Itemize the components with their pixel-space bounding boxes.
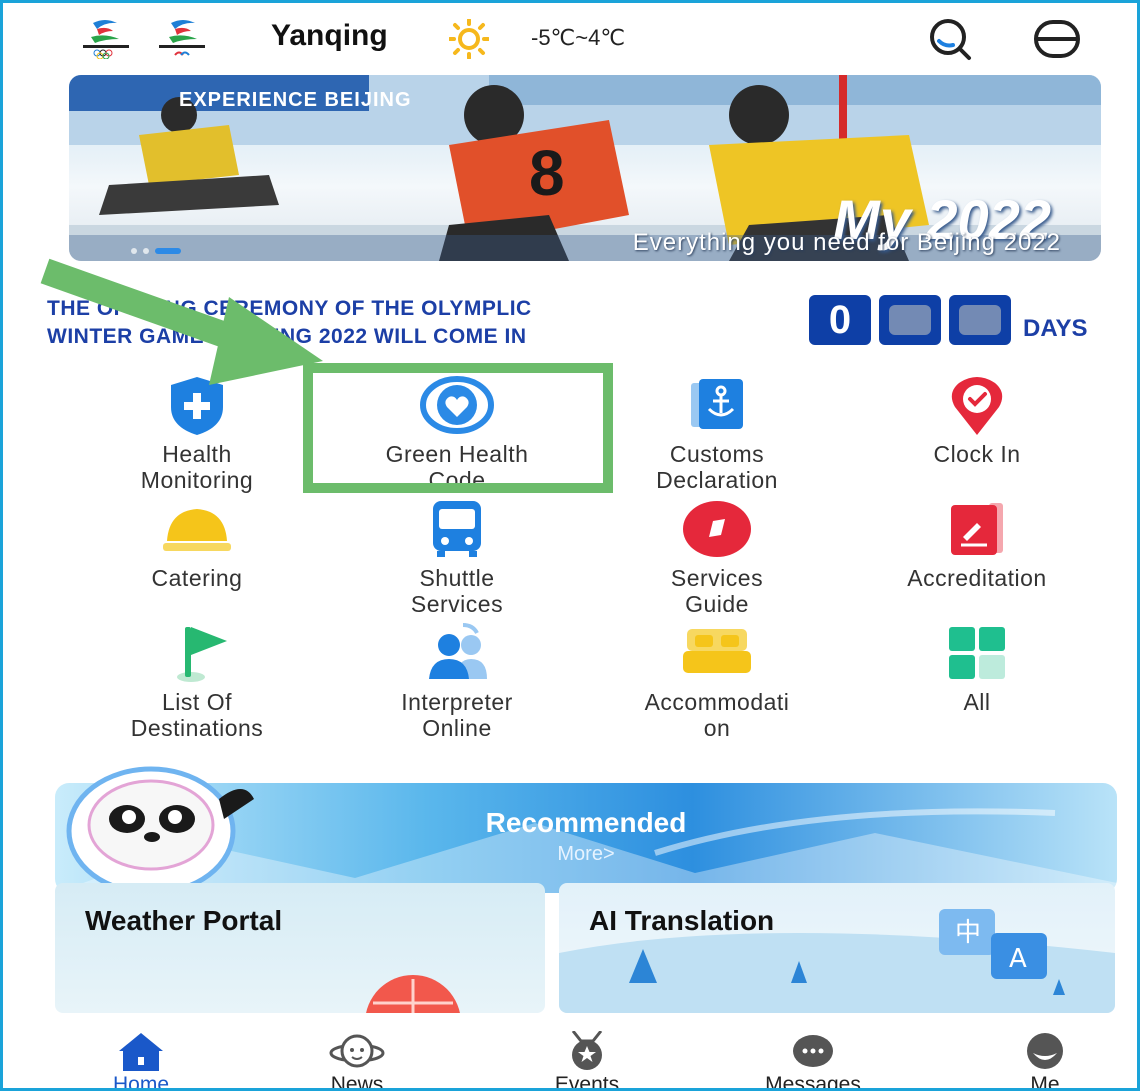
people-icon [429,623,487,679]
annotation-arrow [40,258,323,385]
check-pin-icon [951,377,1003,435]
service-label: Services Guide [670,565,764,617]
svg-text:A: A [1009,944,1027,974]
svg-text:中: 中 [955,918,981,948]
service-label: Interpreter Online [401,689,513,741]
annotation-highlight-box [303,363,613,493]
service-accreditation[interactable]: Accreditation [847,497,1107,591]
windmill-graphic [366,975,460,1013]
service-all[interactable]: All [847,621,1107,715]
id-card-icon [951,503,1003,555]
service-label: Catering [151,565,243,591]
service-customs-declaration[interactable]: Customs Declaration [587,373,847,493]
service-label: Accreditation [907,565,1047,591]
hero-banner[interactable]: 8 EXPERIENCE BEIJING My 2022 Everything … [69,75,1101,261]
grid-icon [949,627,1005,679]
profile-icon [1027,1033,1063,1069]
chat-bubble-icon [793,1035,833,1067]
app-frame: Yanqing -5℃~4℃ 8 EXPERIENCE BEIJING My 2… [0,0,1140,1091]
service-label: List Of Destinations [130,689,264,741]
nav-home[interactable]: Home [61,1031,221,1091]
home-icon [119,1033,163,1071]
nav-news[interactable]: News [277,1031,437,1091]
countdown-digit: 0 [809,295,871,345]
beijing-2022-paralympic-logo [159,20,205,56]
service-accommodation[interactable]: Accommodati on [587,621,847,741]
banner-tag: EXPERIENCE BEIJING [179,89,412,111]
nav-label: Home [112,1073,170,1091]
sun-icon [449,19,489,59]
card-ai-translation[interactable]: AI Translation 中 A [559,883,1115,1013]
nav-label: Messages [765,1073,861,1091]
nav-messages[interactable]: Messages [733,1031,893,1091]
nav-label: Me [1030,1073,1060,1091]
medal-icon [571,1031,603,1070]
cloche-icon [163,509,231,551]
nav-label: News [330,1073,384,1091]
beijing-2022-olympic-logo [83,20,129,59]
service-catering[interactable]: Catering [67,497,327,591]
bing-dwen-dwen-mascot [66,766,254,894]
translation-graphic: 中 A [559,909,1115,1013]
service-label: Accommodati on [644,689,790,741]
search-icon[interactable] [927,17,973,61]
flag-icon [177,627,227,682]
countdown-digit-hidden [879,295,941,345]
service-label: Health Monitoring [140,441,254,493]
bus-icon [433,501,481,557]
service-label: All [963,689,991,715]
countdown-digit-hidden [949,295,1011,345]
bed-icon [683,629,751,673]
compass-icon [683,501,751,557]
anchor-document-icon [691,379,743,429]
banner-subtitle: Everything you need for Beijing 2022 [632,229,1061,256]
card-weather-portal[interactable]: Weather Portal [55,883,545,1013]
service-label: Shuttle Services [410,565,504,617]
service-services-guide[interactable]: Services Guide [587,497,847,617]
svg-text:8: 8 [529,137,565,209]
service-clock-in[interactable]: Clock In [847,373,1107,467]
service-interpreter-online[interactable]: Interpreter Online [327,621,587,741]
nav-me[interactable]: Me [965,1031,1125,1091]
service-label: Clock In [933,441,1021,467]
service-label: Customs Declaration [656,441,778,493]
service-shuttle[interactable]: Shuttle Services [327,497,587,617]
nav-label: Events [554,1073,620,1091]
temperature-range: -5℃~4℃ [531,25,626,50]
bottom-navigation: Home News Events Messages Me [3,1023,1137,1091]
location-city[interactable]: Yanqing [271,19,388,53]
menu-icon[interactable] [1033,19,1081,59]
nav-events[interactable]: Events [507,1031,667,1091]
service-list-of-destinations[interactable]: List Of Destinations [67,621,327,741]
countdown-days-label: DAYS [1023,315,1088,342]
top-bar: Yanqing -5℃~4℃ [3,3,1137,71]
planet-icon [329,1034,385,1068]
